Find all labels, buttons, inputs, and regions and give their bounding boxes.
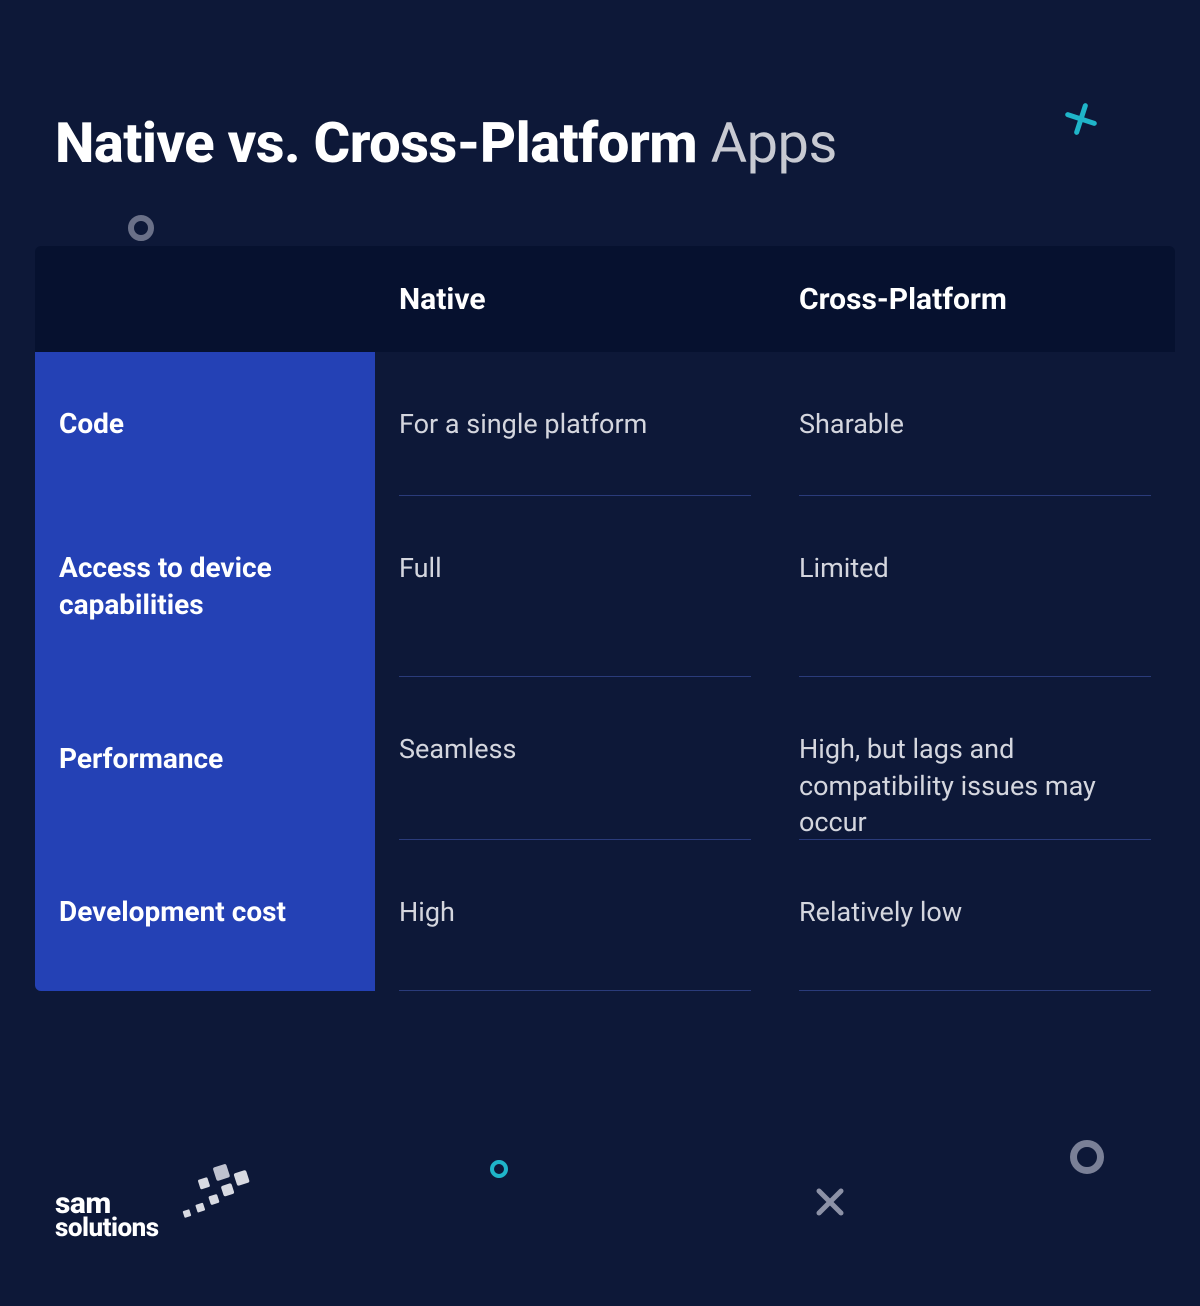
header-cross: Cross-Platform	[775, 282, 1175, 317]
logo-line2: solutions	[55, 1213, 159, 1243]
row-label: Code	[35, 352, 375, 496]
circle-icon	[1070, 1140, 1104, 1174]
circle-icon	[128, 215, 154, 241]
row-label: Access to device capabilities	[35, 496, 375, 677]
table-header-row: Native Cross-Platform	[35, 246, 1175, 352]
circle-icon	[490, 1160, 508, 1178]
row-label: Development cost	[35, 840, 375, 990]
table-row: Performance Seamless High, but lags and …	[35, 677, 1175, 840]
logo: sam solutions	[55, 1150, 255, 1240]
row-cross-value: Limited	[775, 496, 1175, 677]
row-native-value: For a single platform	[375, 352, 775, 496]
row-label: Performance	[35, 677, 375, 840]
row-native-value: Full	[375, 496, 775, 677]
header-native: Native	[375, 282, 775, 317]
row-cross-value: High, but lags and compatibility issues …	[775, 677, 1175, 840]
table-row: Development cost High Relatively low	[35, 840, 1175, 990]
comparison-table: Native Cross-Platform Code For a single …	[35, 246, 1175, 991]
row-cross-value: Relatively low	[775, 840, 1175, 990]
title-bold: Native vs. Cross-Platform	[55, 110, 697, 176]
cross-icon	[813, 1185, 847, 1219]
row-cross-value: Sharable	[775, 352, 1175, 496]
table-row: Access to device capabilities Full Limit…	[35, 496, 1175, 677]
logo-text: sam solutions	[55, 1190, 159, 1241]
table-row: Code For a single platform Sharable	[35, 352, 1175, 496]
row-native-value: High	[375, 840, 775, 990]
logo-dots-icon	[170, 1150, 260, 1220]
title-rest: Apps	[697, 110, 837, 176]
row-native-value: Seamless	[375, 677, 775, 840]
page-title: Native vs. Cross-Platform Apps	[55, 110, 1145, 176]
